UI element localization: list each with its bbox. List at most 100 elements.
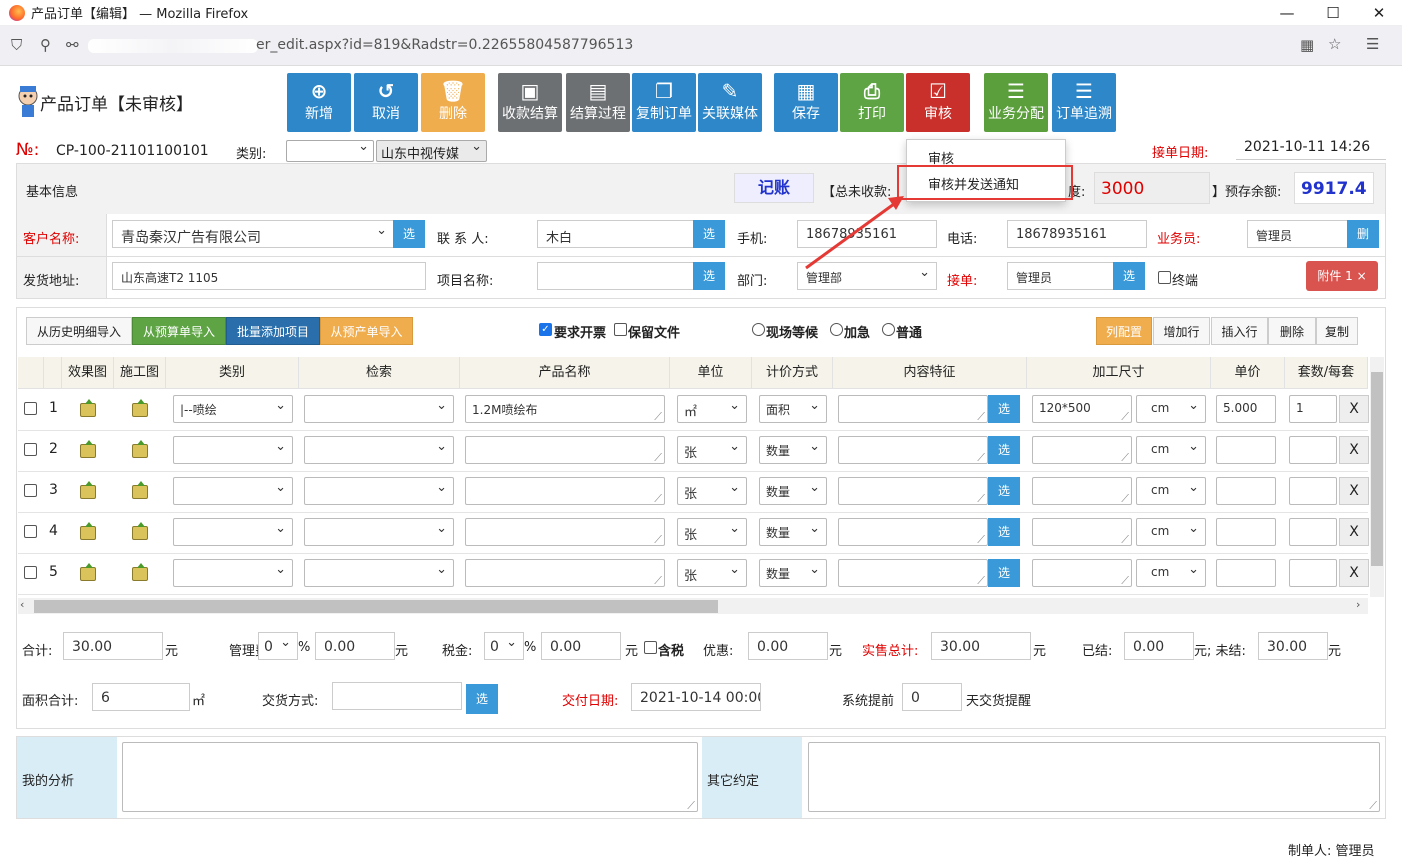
row-price-mode-select[interactable]: 面积 [759,395,827,423]
row-price-mode-select[interactable]: 数量 [759,518,827,546]
effect-image-icon[interactable] [80,399,96,417]
import-presale-button[interactable]: 从预产单导入 [320,317,413,345]
row-size-input[interactable] [1032,477,1132,505]
import-budget-button[interactable]: 从预算单导入 [132,317,226,345]
address-input[interactable]: 山东高速T2 1105 [112,262,426,290]
toolbar-button-2[interactable]: 🗑 删除 [421,73,485,132]
row-feature-pick-button[interactable]: 选 [988,477,1020,505]
toolbar-button-6[interactable]: ✎ 关联媒体 [698,73,762,132]
media-select[interactable]: 山东中视传媒 [376,139,487,162]
toolbar-button-3[interactable]: ▣ 收款结算 [498,73,562,132]
vertical-scroll-thumb[interactable] [1371,372,1383,566]
urgent-radio[interactable] [830,323,843,336]
tax-include-checkbox[interactable] [644,641,657,654]
discount-input[interactable]: 0.00 [748,632,828,660]
row-search-select[interactable] [304,436,454,464]
row-qty-input[interactable] [1289,436,1337,464]
terminal-checkbox[interactable] [1158,271,1171,284]
construction-image-icon[interactable] [132,440,148,458]
import-history-button[interactable]: 从历史明细导入 [26,317,132,345]
row-feature-pick-button[interactable]: 选 [988,518,1020,546]
effect-image-icon[interactable] [80,522,96,540]
construction-image-icon[interactable] [132,399,148,417]
project-input[interactable] [537,262,695,290]
phone-input[interactable]: 18678935161 [1007,220,1147,248]
effect-image-icon[interactable] [80,440,96,458]
receiver-input[interactable]: 管理员 [1007,262,1115,290]
close-icon[interactable]: ✕ [1368,2,1390,24]
row-product-name[interactable] [465,518,665,546]
row-category-select[interactable] [173,477,293,505]
row-category-select[interactable]: |--喷绘 [173,395,293,423]
unpaid-total-input[interactable]: 30.00 [1258,632,1328,660]
row-price-mode-select[interactable]: 数量 [759,477,827,505]
horizontal-scroll-thumb[interactable] [34,600,718,613]
row-price-input[interactable]: 5.000 [1216,395,1276,423]
minimize-icon[interactable]: — [1276,2,1298,24]
toolbar-button-7[interactable]: ▦ 保存 [774,73,838,132]
toolbar-button-1[interactable]: ↺ 取消 [354,73,418,132]
row-price-input[interactable] [1216,518,1276,546]
row-feature-pick-button[interactable]: 选 [988,436,1020,464]
row-feature-input[interactable] [838,518,988,546]
table-action-2[interactable]: 插入行 [1211,317,1268,345]
row-search-select[interactable] [304,477,454,505]
project-pick-button[interactable]: 选 [693,262,725,290]
row-feature-input[interactable] [838,436,988,464]
keep-file-checkbox[interactable] [614,323,627,336]
receiver-pick-button[interactable]: 选 [1113,262,1145,290]
row-product-name[interactable] [465,436,665,464]
ship-pick-button[interactable]: 选 [466,684,498,714]
row-price-mode-select[interactable]: 数量 [759,559,827,587]
row-remove-icon[interactable]: X [1339,477,1369,505]
paid-input[interactable]: 0.00 [1124,632,1194,660]
construction-image-icon[interactable] [132,481,148,499]
batch-add-button[interactable]: 批量添加项目 [226,317,320,345]
row-feature-pick-button[interactable]: 选 [988,559,1020,587]
row-size-unit-select[interactable]: cm [1136,518,1206,546]
table-action-1[interactable]: 增加行 [1153,317,1210,345]
sales-input[interactable]: 管理员 [1247,220,1349,248]
row-feature-input[interactable] [838,477,988,505]
row-checkbox[interactable] [24,525,37,538]
row-product-name[interactable]: 1.2M喷绘布 [465,395,665,423]
menu-icon[interactable]: ☰ [1366,35,1379,53]
mgmt-pct-select[interactable]: 0 [258,632,298,660]
row-product-name[interactable] [465,477,665,505]
row-category-select[interactable] [173,436,293,464]
sum-input[interactable]: 30.00 [63,632,163,660]
row-qty-input[interactable]: 1 [1289,395,1337,423]
toolbar-button-9[interactable]: ☑ 审核 [906,73,970,132]
row-category-select[interactable] [173,559,293,587]
permissions-icon[interactable]: ⚲ [40,36,51,54]
row-product-name[interactable] [465,559,665,587]
contact-pick-button[interactable]: 选 [693,220,725,248]
effect-image-icon[interactable] [80,481,96,499]
row-price-input[interactable] [1216,559,1276,587]
table-action-0[interactable]: 列配置 [1096,317,1152,345]
construction-image-icon[interactable] [132,522,148,540]
scroll-right-icon[interactable]: › [1356,598,1360,611]
row-remove-icon[interactable]: X [1339,559,1369,587]
customer-pick-button[interactable]: 选 [393,220,425,248]
effect-image-icon[interactable] [80,563,96,581]
row-remove-icon[interactable]: X [1339,518,1369,546]
mgmt-input[interactable]: 0.00 [315,632,395,660]
construction-image-icon[interactable] [132,563,148,581]
toolbar-button-8[interactable]: ⎙ 打印 [840,73,904,132]
url-field[interactable]: er_edit.aspx?id=819&Radstr=0.22655804587… [66,33,1286,59]
qr-code-icon[interactable]: ▦ [1300,36,1314,54]
toolbar-button-5[interactable]: ❐ 复制订单 [632,73,696,132]
row-size-input[interactable] [1032,559,1132,587]
real-total-input[interactable]: 30.00 [931,632,1031,660]
toolbar-button-11[interactable]: ☰ 订单追溯 [1052,73,1116,132]
row-qty-input[interactable] [1289,518,1337,546]
row-category-select[interactable] [173,518,293,546]
star-icon[interactable]: ☆ [1328,35,1341,53]
other-textarea[interactable] [808,742,1380,812]
row-size-unit-select[interactable]: cm [1136,436,1206,464]
category-select[interactable] [286,139,374,162]
shield-icon[interactable]: ⛉ [11,36,22,54]
toolbar-button-4[interactable]: ▤ 结算过程 [566,73,630,132]
row-unit-select[interactable]: 张 [677,559,747,587]
